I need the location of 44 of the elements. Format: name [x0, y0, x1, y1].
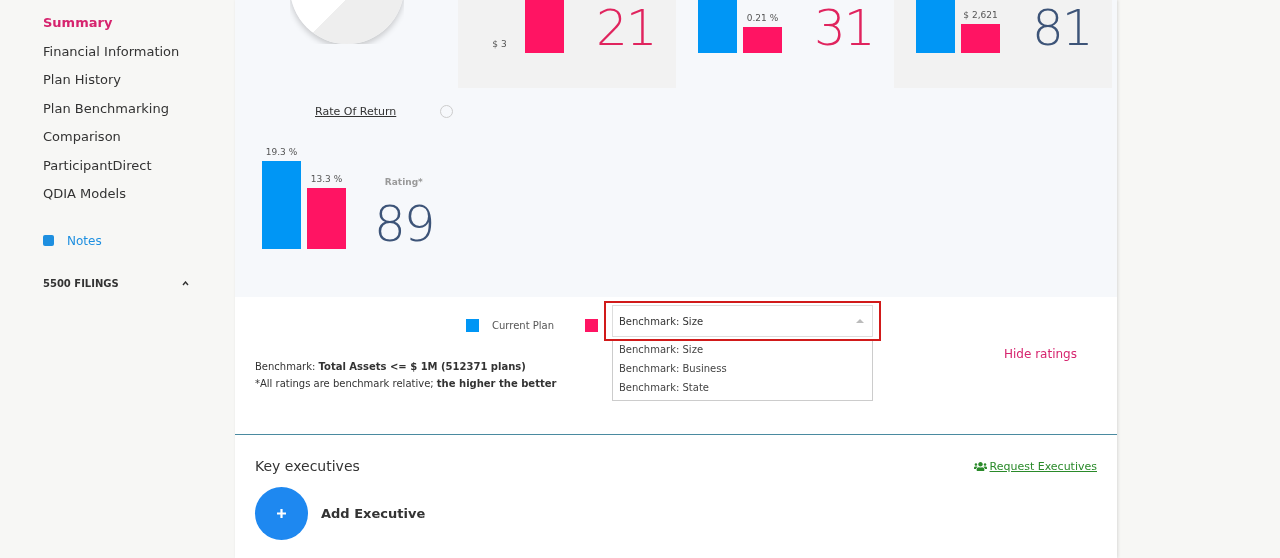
bar [961, 24, 1000, 53]
edit-icon [43, 235, 54, 246]
benchmark-select[interactable]: Benchmark: Size [612, 305, 873, 337]
users-icon [973, 459, 987, 473]
plus-icon [276, 508, 287, 519]
rating-value: 31 [814, 3, 874, 53]
bar-value: $ 2,621 [963, 10, 998, 21]
rating-value: 21 [596, 3, 656, 53]
sidebar-item[interactable]: Plan Benchmarking [43, 100, 235, 129]
legend-swatch [466, 319, 479, 332]
benchmark-note: Benchmark: Total Assets <= $ 1M (512371 plans) [255, 361, 527, 372]
dropdown-option[interactable]: Benchmark: Business [613, 360, 872, 379]
bar-value: 19.3 % [265, 147, 298, 157]
dropdown-option[interactable]: Benchmark: State [613, 379, 872, 398]
sidebar-item[interactable]: Comparison [43, 129, 235, 158]
rate-of-return-link[interactable]: Rate Of Return [315, 104, 397, 118]
add-button[interactable] [255, 487, 308, 540]
dropdown-option[interactable]: Benchmark: Size [613, 341, 872, 360]
sidebar-item[interactable]: Financial Information [43, 43, 235, 72]
request-executives-link[interactable]: Request Executives [973, 459, 1097, 473]
section-heading: 5500 FILINGS [43, 277, 119, 289]
bar [698, 0, 737, 53]
rating-label: Rating* [384, 177, 423, 187]
bar [743, 26, 782, 53]
legend-label: Current Plan [492, 320, 555, 331]
bar-value: $ 3 [492, 39, 507, 49]
legend-swatch [585, 319, 598, 332]
bar-value: 0.21 % [746, 12, 779, 23]
bar-value: 13.3 % [310, 174, 343, 184]
bar [916, 0, 955, 53]
rating-value: 81 [1032, 3, 1092, 53]
bar [525, 0, 564, 53]
sidebar-item[interactable]: ParticipantDirect [43, 157, 235, 186]
sidebar-item[interactable]: QDIA Models [43, 186, 235, 215]
caret-icon [856, 319, 864, 323]
sidebar-item[interactable]: Summary [43, 15, 235, 44]
hide-ratings-link[interactable]: Hide ratings [1004, 347, 1077, 361]
add-executive-label: Add Executive [321, 506, 426, 521]
section-title: Key executives [255, 458, 360, 474]
benchmark-note: *All ratings are benchmark relative; the higher the better [255, 378, 557, 389]
sidebar-item[interactable]: Plan History [43, 72, 235, 101]
rating-value: 89 [374, 199, 434, 249]
bar [307, 188, 346, 249]
caret-icon[interactable] [182, 280, 189, 286]
